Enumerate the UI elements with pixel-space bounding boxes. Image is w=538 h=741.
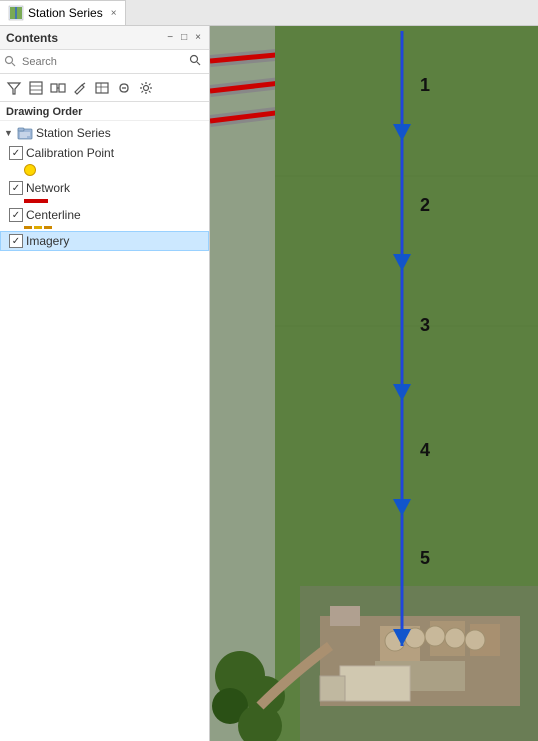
layer-list: ▼ Station Series ✓ Calibration Point xyxy=(0,121,209,741)
svg-text:4: 4 xyxy=(420,440,430,460)
settings-icon[interactable] xyxy=(136,78,156,98)
panel-minimize-button[interactable]: − xyxy=(165,32,175,43)
layer-name-network: Network xyxy=(26,181,70,195)
calibration-point-legend xyxy=(0,163,209,178)
layer-name-centerline: Centerline xyxy=(26,208,81,222)
layer-item-station-series[interactable]: ▼ Station Series xyxy=(0,123,209,143)
panel-title: Contents xyxy=(6,31,58,45)
layer-icon[interactable] xyxy=(26,78,46,98)
imagery-checkbox[interactable]: ✓ xyxy=(9,234,23,248)
layer-name-imagery: Imagery xyxy=(26,234,69,248)
search-submit-icon[interactable] xyxy=(189,54,205,70)
layer-item-calibration-point[interactable]: ✓ Calibration Point xyxy=(0,143,209,163)
map-tab-icon xyxy=(8,5,24,21)
search-icon xyxy=(4,55,18,69)
tab-label: Station Series xyxy=(28,6,103,20)
svg-text:5: 5 xyxy=(420,548,430,568)
search-input[interactable] xyxy=(22,56,189,68)
layer-name-station-series: Station Series xyxy=(36,126,111,140)
layer-name-calibration-point: Calibration Point xyxy=(26,146,114,160)
svg-text:3: 3 xyxy=(420,315,430,335)
calibration-point-legend-symbol xyxy=(24,164,36,176)
centerline-legend-symbol xyxy=(24,226,52,229)
centerline-checkbox[interactable]: ✓ xyxy=(9,208,23,222)
svg-text:1: 1 xyxy=(420,75,430,95)
drawing-order-label: Drawing Order xyxy=(0,102,209,121)
edit-icon[interactable] xyxy=(70,78,90,98)
panel-controls: − □ × xyxy=(165,32,203,43)
group-icon[interactable] xyxy=(48,78,68,98)
tab-bar: Station Series × xyxy=(0,0,538,26)
network-checkbox[interactable]: ✓ xyxy=(9,181,23,195)
layer-item-network[interactable]: ✓ Network xyxy=(0,178,209,198)
contents-panel: Contents − □ × xyxy=(0,26,210,741)
layer-item-imagery[interactable]: ✓ Imagery xyxy=(0,231,209,251)
main-layout: Contents − □ × xyxy=(0,26,538,741)
toolbar-row xyxy=(0,74,209,102)
chain-icon[interactable] xyxy=(114,78,134,98)
panel-float-button[interactable]: □ xyxy=(179,32,189,43)
network-legend xyxy=(0,198,209,205)
calibration-point-checkbox[interactable]: ✓ xyxy=(9,146,23,160)
table-icon[interactable] xyxy=(92,78,112,98)
panel-header: Contents − □ × xyxy=(0,26,209,50)
search-bar xyxy=(0,50,209,74)
map-area[interactable]: 1 2 3 4 5 xyxy=(210,26,538,741)
layer-item-centerline[interactable]: ✓ Centerline xyxy=(0,205,209,225)
expand-icon: ▼ xyxy=(4,128,14,138)
svg-text:2: 2 xyxy=(420,195,430,215)
station-series-tab[interactable]: Station Series × xyxy=(0,0,126,25)
tab-close-button[interactable]: × xyxy=(111,8,117,19)
map-svg: 1 2 3 4 5 xyxy=(210,26,538,741)
layer-group-icon xyxy=(17,125,33,141)
network-legend-symbol xyxy=(24,199,48,203)
filter-icon[interactable] xyxy=(4,78,24,98)
panel-close-button[interactable]: × xyxy=(193,32,203,43)
